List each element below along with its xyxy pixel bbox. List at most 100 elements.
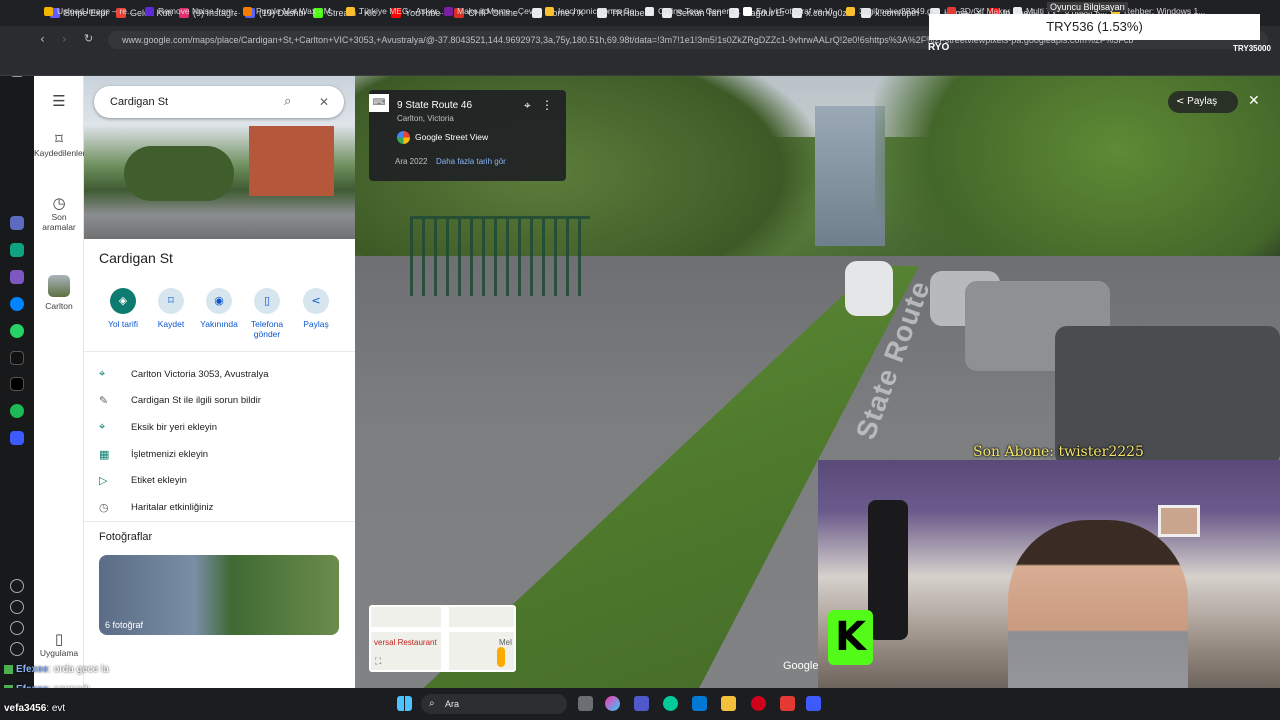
tiktok-icon[interactable] — [10, 351, 24, 365]
reload-icon[interactable]: ↻ — [84, 32, 93, 45]
bookmark-favicon-icon — [743, 6, 752, 16]
bookmark-item[interactable]: Online Tone Genera... — [645, 4, 741, 18]
search-icon[interactable]: ⌕ — [284, 86, 291, 118]
street-view-share-label: Paylaş — [1187, 96, 1218, 107]
store-icon: ▦ — [99, 447, 110, 461]
bookmark-label: En İyi Fotoğraf ve Vi... — [756, 6, 840, 16]
bookmark-icon: ⌑ — [158, 288, 184, 314]
bookmark-item[interactable]: Isochronic Tones So... — [545, 4, 641, 18]
chat-message: Efexee: orda gece la — [4, 664, 109, 675]
maps-activity-row[interactable]: ◷ Haritalar etkinliğiniz — [99, 499, 213, 515]
capture-date: Ara 2022 — [395, 157, 428, 166]
street-view-info-card: ⌨ 9 State Route 46 Carlton, Victoria Goo… — [369, 90, 566, 181]
saved-label: Kaydedilenler — [34, 148, 86, 158]
bookmark-item[interactable]: Make it Meme - Çev... — [444, 4, 540, 18]
settings-icon[interactable] — [10, 621, 24, 635]
nearby-button[interactable]: ◉ Yakınında — [194, 288, 244, 329]
report-problem-row[interactable]: ✎ Cardigan St ile ilgili sorun bildir — [99, 392, 261, 408]
hero-building — [249, 126, 334, 196]
expand-icon[interactable]: ⛶ — [375, 657, 381, 667]
photos-thumbnail[interactable]: 6 fotoğraf — [99, 555, 339, 635]
x-icon[interactable] — [10, 377, 24, 391]
place-panel: Cardigan St ⌕ ✕ Cardigan St ◈ Yol tarifi… — [84, 76, 355, 688]
bulb-icon[interactable] — [10, 642, 24, 656]
wps-icon[interactable] — [780, 696, 795, 711]
close-icon[interactable]: ✕ — [319, 86, 329, 118]
bookmark-item[interactable]: Türkiye MEG - Asker... — [346, 4, 444, 18]
chat-text: : evt — [46, 703, 66, 714]
spotify-icon[interactable] — [10, 404, 24, 418]
minimap[interactable]: versal Restaurant Mel ⛶ — [369, 605, 516, 672]
google-logo-icon — [397, 131, 410, 144]
recent-place-carlton[interactable]: Carlton — [34, 275, 84, 311]
back-icon[interactable]: ‹ — [40, 32, 45, 46]
bookmark-item[interactable]: Upload Image – re... — [44, 4, 134, 18]
heart-icon[interactable] — [10, 579, 24, 593]
send-to-phone-button[interactable]: ▯ Telefona gönder — [242, 288, 292, 339]
recent-button[interactable]: ◷ Son aramalar — [34, 196, 84, 233]
whatsapp-icon[interactable] — [10, 324, 24, 338]
save-button[interactable]: ⌑ Kaydet — [146, 288, 196, 329]
minimap-place-label: versal Restaurant — [374, 638, 437, 647]
more-options-icon[interactable]: ⋮ — [541, 98, 553, 112]
app-button[interactable]: ▯ Uygulama — [34, 632, 84, 659]
directions-button[interactable]: ◈ Yol tarifi — [98, 288, 148, 329]
add-label-row[interactable]: ▷ Etiket ekleyin — [99, 472, 187, 488]
bookmark-label: Remove Noise from... — [158, 6, 241, 16]
place-title: Cardigan St — [99, 250, 173, 266]
google-watermark: Google — [783, 660, 819, 672]
menu-button[interactable]: ☰ — [34, 94, 84, 110]
taskbar-search[interactable]: ⌕ Ara — [421, 694, 567, 714]
aria-icon[interactable] — [10, 216, 24, 230]
windows-start-icon[interactable] — [397, 696, 412, 711]
divider — [84, 521, 355, 522]
more-dates-link[interactable]: Daha fazla tarih gör — [436, 157, 506, 166]
hero-trees — [124, 146, 234, 201]
microphone — [868, 500, 908, 640]
last-subscriber: Son Abone: twister2225 — [973, 444, 1144, 460]
send-to-phone-label: Telefona gönder — [250, 319, 284, 339]
forward-icon[interactable]: › — [62, 32, 67, 46]
edge-icon[interactable] — [663, 696, 678, 711]
bookmark-item[interactable]: 3dgifmaker28349.gi... — [846, 4, 941, 18]
share-icon: < — [1176, 96, 1185, 107]
player-icon[interactable] — [10, 431, 24, 445]
search-input[interactable]: Cardigan St ⌕ ✕ — [94, 86, 344, 118]
bookmark-favicon-icon — [545, 6, 554, 16]
file-explorer-icon[interactable] — [721, 696, 736, 711]
add-business-row[interactable]: ▦ İşletmenizi ekleyin — [99, 446, 208, 462]
ryo-label: RYO — [928, 42, 950, 53]
bookmark-item[interactable]: Remove Noise from... — [145, 4, 240, 18]
bookmark-favicon-icon — [846, 6, 855, 16]
street-view-share-button[interactable]: < Paylaş — [1168, 91, 1238, 113]
location-pin-icon[interactable]: ⌖ — [524, 98, 531, 113]
minimap-road — [441, 607, 449, 670]
recent-place-label: Carlton — [45, 301, 73, 311]
store-icon[interactable] — [692, 696, 707, 711]
opera-icon[interactable] — [751, 696, 766, 711]
bookmark-item[interactable]: En İyi Fotoğraf ve Vi... — [743, 4, 839, 18]
street-address: 9 State Route 46 — [397, 100, 473, 111]
keyboard-icon[interactable]: ⌨ — [369, 94, 389, 112]
bookmark-label: Online Tone Genera... — [658, 6, 742, 16]
opera-sidebar — [0, 0, 34, 720]
chat-message: vefa3456: evt — [4, 703, 65, 714]
price-ticker: TRY536 (1.53%) — [929, 14, 1260, 40]
try-label: TRY35000 — [1233, 44, 1271, 53]
saved-button[interactable]: ⌑ Kaydedilenler — [34, 132, 86, 159]
app-icon[interactable] — [806, 696, 821, 711]
add-missing-place-row[interactable]: ⌖ Eksik bir yeri ekleyin — [99, 419, 217, 435]
chatgpt-icon[interactable] — [10, 243, 24, 257]
cs-icon[interactable] — [10, 270, 24, 284]
webcam-overlay: K — [818, 460, 1280, 720]
history-icon[interactable] — [10, 600, 24, 614]
address-row[interactable]: ⌖ Carlton Victoria 3053, Avustralya — [99, 366, 268, 382]
bookmark-item[interactable]: Purple Mat Wax - M... — [243, 4, 338, 18]
task-view-icon[interactable] — [578, 696, 593, 711]
add-missing-place-text: Eksik bir yeri ekleyin — [131, 421, 218, 433]
share-button[interactable]: < Paylaş — [291, 288, 341, 329]
messenger-icon[interactable] — [10, 297, 24, 311]
close-street-view-icon[interactable]: ✕ — [1248, 93, 1260, 109]
teams-icon[interactable] — [634, 696, 649, 711]
copilot-icon[interactable] — [605, 696, 620, 711]
